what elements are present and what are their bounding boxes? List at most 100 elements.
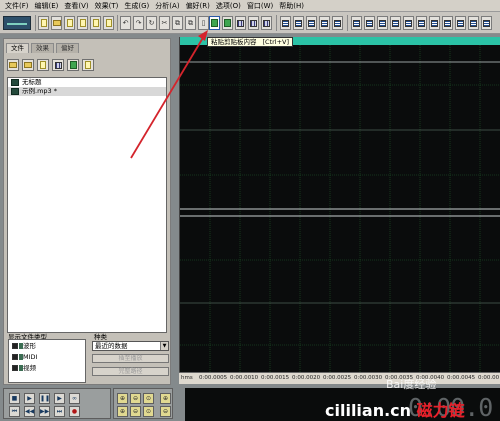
copy-new-button[interactable]: ⧉ — [185, 16, 196, 30]
menu-effects[interactable]: 效果(T) — [92, 0, 122, 12]
view-6-button[interactable] — [416, 16, 427, 30]
close-file-button[interactable] — [103, 16, 114, 30]
time-ruler[interactable]: hms 0:00.0005 0:00.0010 0:00.0015 0:00.0… — [179, 372, 500, 384]
view-icon — [418, 19, 425, 27]
cut-button[interactable]: ✂ — [159, 16, 170, 30]
loop-button[interactable]: ∞ — [69, 393, 80, 404]
tab-files[interactable]: 文件 — [6, 43, 29, 53]
zoom-out-horizontal-button[interactable]: ⊖ — [130, 393, 141, 404]
properties-button[interactable] — [82, 59, 94, 71]
view-2-button[interactable] — [364, 16, 375, 30]
go-to-start-button[interactable]: ⏮ — [9, 406, 20, 417]
zoom-in-horizontal-button[interactable]: ⊕ — [117, 393, 128, 404]
tab-effects[interactable]: 效果 — [31, 43, 54, 53]
view-5-button[interactable] — [403, 16, 414, 30]
open-file-button[interactable] — [7, 59, 19, 71]
spectral-button[interactable] — [293, 16, 304, 30]
ruler-tick: 0:00.0015 — [261, 375, 290, 381]
mix-paste-button[interactable] — [235, 16, 246, 30]
undo-button[interactable]: ↶ — [120, 16, 131, 30]
insert-to-playlist-button[interactable]: 插至播放 — [92, 354, 169, 363]
menu-analyze[interactable]: 分析(A) — [152, 0, 182, 12]
pause-button[interactable]: ❚❚ — [39, 393, 50, 404]
new-button[interactable] — [38, 16, 49, 30]
close-button[interactable] — [37, 59, 49, 71]
view-7-button[interactable] — [429, 16, 440, 30]
view-1-button[interactable] — [351, 16, 362, 30]
midi-type-icon — [19, 354, 23, 360]
organizer-panel: 文件 效果 偏好 无标题 示例.mp3 * 显示文件类型 种类 波形 MIDI … — [3, 38, 171, 385]
zoom-selection-button[interactable]: ⊕ — [117, 406, 128, 417]
menu-edit[interactable]: 编辑(E) — [32, 0, 62, 12]
paste-button[interactable] — [209, 16, 220, 30]
view-11-button[interactable] — [481, 16, 492, 30]
fast-forward-button[interactable]: ▶▶ — [39, 406, 50, 417]
play-file-button[interactable] — [67, 59, 79, 71]
list-item[interactable]: 无标题 — [8, 78, 166, 87]
ruler-unit: hms — [181, 375, 193, 381]
spectrum-button[interactable] — [319, 16, 330, 30]
view-8-button[interactable] — [442, 16, 453, 30]
tab-favorites[interactable]: 偏好 — [56, 43, 79, 53]
site-watermark-latin: cililian.cn — [325, 401, 417, 420]
waveform-display[interactable] — [179, 37, 500, 384]
frequency-button[interactable] — [280, 16, 291, 30]
file-name: 示例.mp3 * — [22, 87, 57, 95]
menu-generate[interactable]: 生成(G) — [121, 0, 152, 12]
open-append-button[interactable] — [64, 16, 75, 30]
sort-value: 最近的数据 — [95, 342, 128, 350]
trim-button[interactable] — [248, 16, 259, 30]
full-path-button[interactable]: 完整路径 — [92, 367, 169, 376]
menu-options[interactable]: 选项(O) — [213, 0, 244, 12]
zoom-in-vertical-button[interactable]: ⊕ — [160, 393, 171, 404]
menu-view[interactable]: 查看(V) — [61, 0, 91, 12]
delete-button[interactable] — [261, 16, 272, 30]
paste-new-button[interactable] — [222, 16, 233, 30]
view-4-button[interactable] — [390, 16, 401, 30]
chevron-down-icon[interactable]: ▼ — [160, 342, 168, 350]
redo-button[interactable]: ↷ — [133, 16, 144, 30]
paste-button-disabled[interactable]: ▯ — [198, 16, 209, 30]
save-button[interactable] — [77, 16, 88, 30]
menu-file[interactable]: 文件(F) — [2, 0, 32, 12]
view-10-button[interactable] — [468, 16, 479, 30]
menu-favorites[interactable]: 偏好(R) — [183, 0, 213, 12]
repeat-button[interactable]: ↻ — [146, 16, 157, 30]
toolbar-separator — [117, 15, 118, 31]
waveform-button[interactable] — [306, 16, 317, 30]
list-item[interactable]: 示例.mp3 * — [8, 87, 166, 96]
go-to-end-button[interactable]: ⏭ — [54, 406, 65, 417]
zoom-panel: ⊕ ⊖ ⊙ ⊕ ⊕ ⊖ ⊙ ⊖ — [113, 388, 173, 419]
file-list[interactable]: 无标题 示例.mp3 * — [7, 77, 167, 333]
type-waveform-checkbox[interactable]: 波形 — [9, 341, 85, 351]
type-midi-checkbox[interactable]: MIDI — [9, 352, 85, 362]
transport-panel: ■ ▶ ❚❚ ▶ ∞ ⏮ ◀◀ ▶▶ ⏭ ● — [3, 388, 111, 419]
zoom-full-button[interactable]: ⊙ — [143, 393, 154, 404]
record-button[interactable]: ● — [69, 406, 80, 417]
import-button[interactable] — [22, 59, 34, 71]
type-video-checkbox[interactable]: 视频 — [9, 363, 85, 373]
menu-window[interactable]: 窗口(W) — [244, 0, 276, 12]
zoom-out-vertical-button[interactable]: ⊖ — [160, 406, 171, 417]
view-3-button[interactable] — [377, 16, 388, 30]
menu-help[interactable]: 帮助(H) — [276, 0, 307, 12]
sort-select[interactable]: 最近的数据 ▼ — [92, 341, 169, 351]
open-button[interactable] — [51, 16, 62, 30]
type-label: 波形 — [23, 342, 36, 350]
save-as-button[interactable] — [90, 16, 101, 30]
ruler-tick: 0:00.0025 — [323, 375, 352, 381]
play-from-cursor-button[interactable]: ▶ — [54, 393, 65, 404]
play-button[interactable]: ▶ — [24, 393, 35, 404]
baidu-watermark: Bai度经验 — [386, 378, 437, 391]
view-9-button[interactable] — [455, 16, 466, 30]
multitrack-toggle-button[interactable] — [3, 16, 31, 30]
stop-button[interactable]: ■ — [9, 393, 20, 404]
pan-button[interactable] — [332, 16, 343, 30]
zoom-left-button[interactable]: ⊖ — [130, 406, 141, 417]
copy-button[interactable]: ⧉ — [172, 16, 183, 30]
view-icon — [379, 19, 386, 27]
edit-file-button[interactable] — [52, 59, 64, 71]
view-icon — [405, 19, 412, 27]
zoom-right-button[interactable]: ⊙ — [143, 406, 154, 417]
rewind-button[interactable]: ◀◀ — [24, 406, 35, 417]
